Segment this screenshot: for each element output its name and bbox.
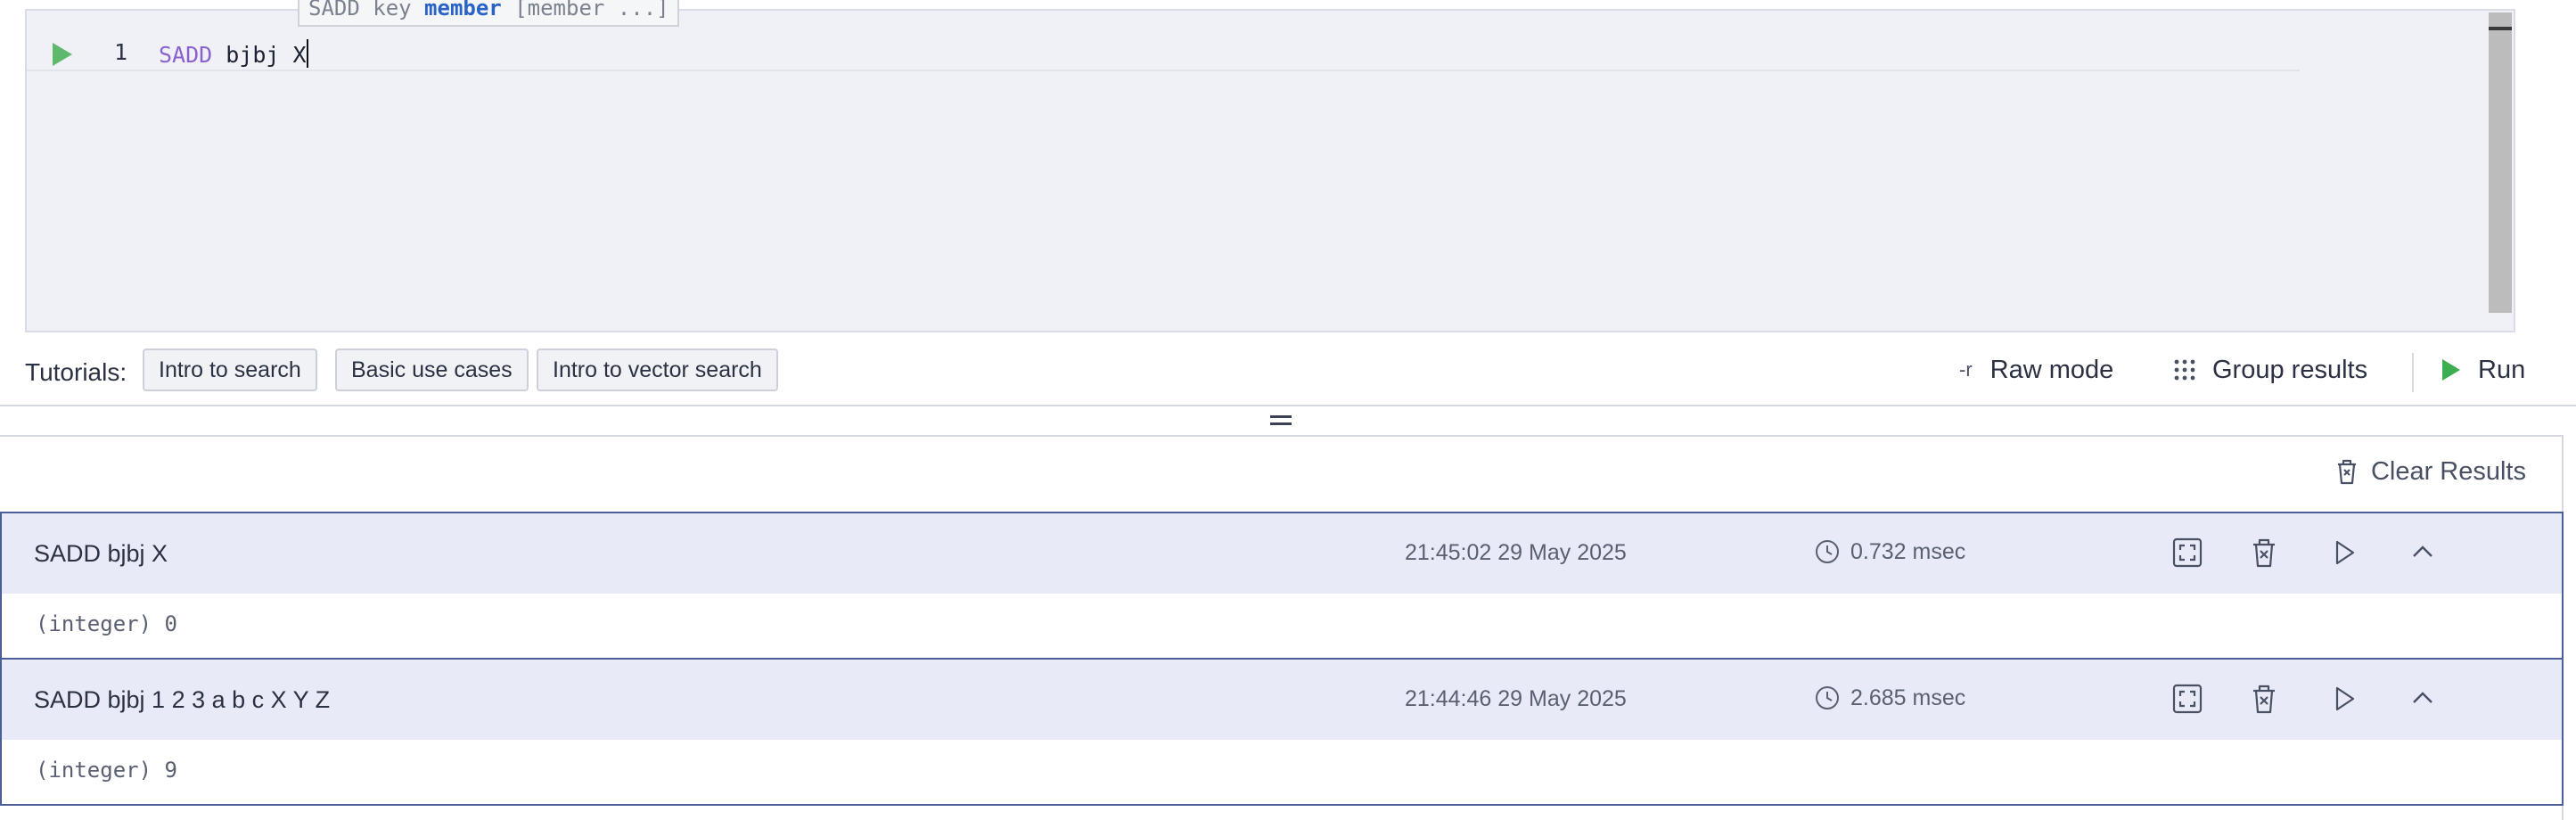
trash-icon[interactable] — [2248, 683, 2280, 715]
hint-highlight: member — [424, 0, 502, 20]
result-card: SADD bjbj X 21:45:02 29 May 2025 0.732 m… — [0, 512, 2564, 660]
result-output: (integer) 0 — [36, 611, 177, 636]
result-card: SADD bjbj 1 2 3 a b c X Y Z 21:44:46 29 … — [0, 658, 2564, 806]
play-outline-icon[interactable] — [2328, 683, 2360, 715]
hint-suffix: [member ...] — [501, 0, 669, 20]
play-triangle-icon[interactable] — [50, 41, 75, 68]
fullscreen-icon[interactable] — [2171, 537, 2203, 569]
clock-icon — [1816, 686, 1839, 710]
result-timestamp: 21:45:02 29 May 2025 — [1405, 540, 1627, 565]
result-duration: 0.732 msec — [1815, 538, 1965, 565]
clear-results-label: Clear Results — [2370, 456, 2526, 486]
editor-line[interactable]: 1 SADD bjbj X — [27, 27, 2300, 71]
tutorial-intro-to-vector-search-button[interactable]: Intro to vector search — [537, 348, 778, 391]
clock-icon — [1816, 540, 1839, 564]
text-cursor — [306, 39, 308, 68]
result-timestamp: 21:44:46 29 May 2025 — [1405, 686, 1627, 711]
result-body: (integer) 9 — [2, 740, 2562, 804]
code-args: bjbj X — [212, 42, 307, 68]
query-toolbar: Tutorials: Intro to search Basic use cas… — [0, 342, 2576, 403]
run-label: Run — [2478, 355, 2526, 384]
raw-mode-label: Raw mode — [1989, 355, 2114, 384]
code-keyword: SADD — [159, 42, 213, 68]
play-outline-icon[interactable] — [2328, 537, 2360, 569]
panel-divider-top — [0, 405, 2576, 406]
scrollbar-marker — [2489, 27, 2512, 30]
code-line[interactable]: SADD bjbj X — [159, 39, 308, 68]
editor-scrollbar[interactable] — [2489, 12, 2512, 313]
line-number: 1 — [114, 39, 128, 65]
chevron-up-icon[interactable] — [2407, 683, 2439, 715]
tutorial-intro-to-search-button[interactable]: Intro to search — [143, 348, 317, 391]
results-panel: Clear Results SADD bjbj X 21:45:02 29 Ma… — [0, 437, 2564, 820]
group-results-label: Group results — [2212, 355, 2368, 384]
result-header[interactable]: SADD bjbj 1 2 3 a b c X Y Z 21:44:46 29 … — [2, 660, 2562, 740]
toolbar-divider — [2412, 353, 2414, 392]
tutorials-label: Tutorials: — [25, 358, 127, 386]
result-header[interactable]: SADD bjbj X 21:45:02 29 May 2025 0.732 m… — [2, 513, 2562, 594]
resize-handle[interactable] — [1270, 415, 1292, 430]
clear-results-button[interactable]: Clear Results — [2335, 456, 2526, 487]
play-triangle-icon — [2442, 359, 2460, 381]
group-results-button[interactable]: Group results — [2173, 355, 2367, 390]
result-command: SADD bjbj 1 2 3 a b c X Y Z — [34, 686, 331, 713]
raw-mode-icon: -r — [1959, 358, 1973, 381]
trash-icon — [2337, 460, 2356, 485]
result-body: (integer) 0 — [2, 594, 2562, 658]
query-editor[interactable]: 1 SADD bjbj X — [25, 9, 2515, 332]
dots-grid-icon — [2174, 359, 2195, 381]
trash-icon[interactable] — [2248, 537, 2280, 569]
result-command: SADD bjbj X — [34, 540, 168, 567]
tutorial-basic-use-cases-button[interactable]: Basic use cases — [335, 348, 529, 391]
syntax-hint-tooltip: SADD key member [member ...] — [298, 0, 679, 27]
hint-prefix: SADD key — [308, 0, 425, 20]
run-button[interactable]: Run — [2441, 355, 2525, 390]
result-output: (integer) 9 — [36, 758, 177, 783]
chevron-up-icon[interactable] — [2407, 537, 2439, 569]
fullscreen-icon[interactable] — [2171, 683, 2203, 715]
result-duration: 2.685 msec — [1815, 685, 1965, 711]
raw-mode-button[interactable]: -r Raw mode — [1959, 355, 2113, 390]
